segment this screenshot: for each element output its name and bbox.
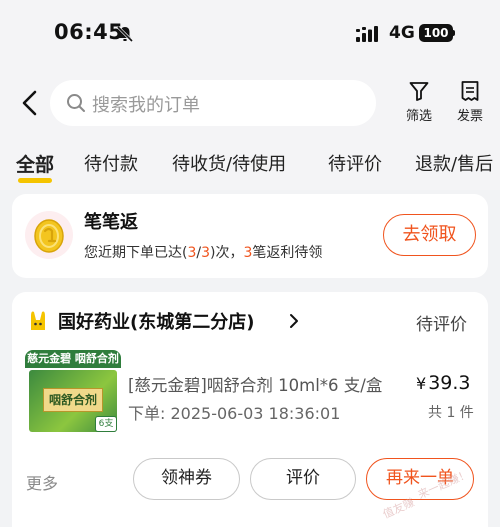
battery-icon: 100 bbox=[419, 24, 455, 42]
get-coupon-button[interactable]: 领神券 bbox=[133, 458, 240, 500]
order-time: 下单: 2025-06-03 18:36:01 bbox=[128, 404, 341, 423]
rebate-description: 您近期下单已达(3/3)次，3笔返利待领 bbox=[84, 242, 322, 262]
back-arrow-icon[interactable] bbox=[18, 88, 44, 118]
reorder-button[interactable]: 再来一单 bbox=[366, 458, 474, 500]
invoice-label: 发票 bbox=[456, 109, 483, 124]
product-title[interactable]: [慈元金碧]咽舒合剂 10ml*6 支/盒 bbox=[128, 372, 406, 396]
product-box-art: 咽舒合剂 6支 bbox=[29, 370, 117, 432]
order-status: 待评价 bbox=[416, 315, 467, 335]
order-quantity: 共 1 件 bbox=[428, 405, 474, 421]
tab-refund-aftersale[interactable]: 退款/售后 bbox=[415, 150, 493, 176]
tab-pending-review[interactable]: 待评价 bbox=[328, 150, 382, 176]
invoice-icon bbox=[461, 81, 479, 101]
store-name[interactable]: 国好药业(东城第二分店) bbox=[58, 308, 254, 334]
product-image-banner: 慈元金碧 咽舒合剂 bbox=[25, 350, 121, 368]
tab-pending-delivery[interactable]: 待收货/待使用 bbox=[172, 150, 286, 176]
chevron-right-icon[interactable] bbox=[288, 313, 300, 329]
filter-icon bbox=[409, 82, 429, 101]
rebate-count-total: 3 bbox=[201, 245, 211, 261]
status-bar: 06:45 4G 100 bbox=[0, 0, 500, 62]
product-pack-badge: 6支 bbox=[95, 416, 117, 432]
order-card[interactable]: 国好药业(东城第二分店) 待评价 慈元金碧 咽舒合剂 咽舒合剂 6支 [慈元金碧… bbox=[12, 292, 488, 527]
price-value: 39.3 bbox=[428, 372, 471, 394]
order-price: ¥39.3 bbox=[416, 372, 471, 394]
product-box-label: 咽舒合剂 bbox=[43, 388, 103, 412]
battery-cap bbox=[453, 30, 455, 36]
rebate-title: 笔笔返 bbox=[84, 212, 138, 233]
review-button[interactable]: 评价 bbox=[250, 458, 356, 500]
search-icon bbox=[67, 94, 85, 112]
tab-pending-payment[interactable]: 待付款 bbox=[84, 150, 138, 176]
rebate-desc-prefix: 您近期下单已达( bbox=[84, 245, 188, 261]
filter-label: 筛选 bbox=[405, 109, 432, 124]
search-placeholder: 搜索我的订单 bbox=[92, 95, 200, 116]
rebate-desc-middle: )次， bbox=[210, 245, 244, 261]
filter-button[interactable]: 筛选 bbox=[399, 80, 439, 124]
order-tabs: 全部 待付款 待收货/待使用 待评价 退款/售后 bbox=[0, 144, 500, 190]
rebate-desc-suffix: 笔返利待领 bbox=[252, 245, 323, 261]
invoice-button[interactable]: 发票 bbox=[450, 80, 490, 124]
price-currency: ¥ bbox=[416, 374, 427, 393]
tab-active-indicator bbox=[18, 178, 52, 183]
product-image[interactable]: 慈元金碧 咽舒合剂 咽舒合剂 6支 bbox=[25, 350, 121, 434]
header: 搜索我的订单 筛选 发票 bbox=[0, 62, 500, 144]
network-type: 4G bbox=[389, 23, 415, 43]
status-time: 06:45 bbox=[54, 20, 124, 44]
signal-icon bbox=[356, 26, 378, 42]
tab-all[interactable]: 全部 bbox=[16, 150, 54, 177]
bell-muted-icon bbox=[116, 25, 134, 43]
store-logo-icon bbox=[31, 311, 45, 330]
rebate-card[interactable]: 笔笔返 您近期下单已达(3/3)次，3笔返利待领 去领取 bbox=[12, 194, 488, 278]
claim-rebate-button[interactable]: 去领取 bbox=[383, 214, 476, 256]
coin-icon bbox=[25, 211, 73, 259]
battery-level: 100 bbox=[419, 24, 453, 42]
search-input[interactable]: 搜索我的订单 bbox=[50, 80, 376, 126]
more-button[interactable]: 更多 bbox=[26, 470, 58, 494]
